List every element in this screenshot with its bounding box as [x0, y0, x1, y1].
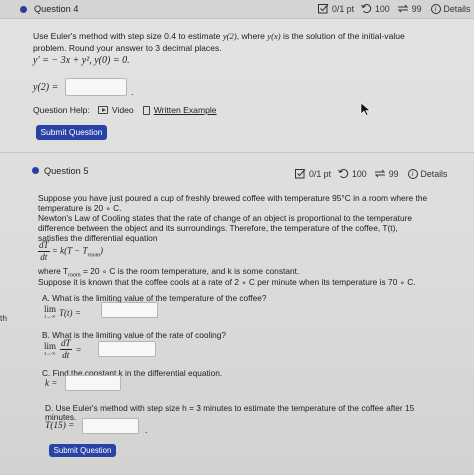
part-b-numerator: dT [60, 338, 72, 350]
part-d-trailing-dot: . [145, 425, 148, 435]
question-4-bullet-icon [20, 6, 27, 13]
part-a-lim-text: lim [44, 304, 57, 314]
mouse-cursor-icon [360, 102, 371, 116]
part-b-denominator: dt [62, 350, 70, 360]
part-d-expression: T(15) = [45, 421, 75, 431]
differential-equation: dT dt = k(T − Troom) [38, 241, 103, 262]
question-help: Question Help: Video Written Example [33, 105, 217, 115]
question-4-meta: 0/1 pt 100 99 i Details [318, 3, 470, 14]
where-rest: = 20 ∘ C is the room temperature, and k … [80, 266, 300, 276]
part-a-expr: T(t) = [59, 307, 81, 318]
part-b-lim-text: lim [44, 340, 57, 351]
attempts-icon [397, 4, 408, 13]
de-rhs: = k(T − T [51, 245, 88, 256]
question-5-details-link[interactable]: Details [421, 169, 448, 179]
part-b-answer-input[interactable] [98, 341, 156, 357]
part-d-answer-input[interactable] [82, 418, 139, 434]
part-a-lim-sub: t→∞ [44, 314, 56, 320]
question-4-intro: Use Euler's method with step size 0.4 to… [33, 31, 405, 41]
de-close: ) [99, 245, 103, 256]
statement-line-1: Suppose you have just poured a cup of fr… [38, 193, 428, 203]
attempts-icon [374, 169, 385, 178]
video-link[interactable]: Video [112, 105, 134, 115]
score-check-icon [295, 169, 306, 179]
score-check-icon [318, 4, 329, 14]
intro-fn: y(2) [222, 31, 237, 41]
question-4-title: Question 4 [34, 4, 79, 14]
help-label: Question Help: [33, 105, 90, 115]
document-icon[interactable] [142, 105, 150, 115]
de-denominator: dt [40, 252, 48, 262]
part-a-lim: lim t→∞ [44, 305, 56, 321]
question-4-header: Question 4 0/1 pt 100 99 i Details [0, 0, 474, 19]
part-a-answer-input[interactable] [101, 302, 158, 318]
intro-mid: , where [236, 31, 265, 41]
answer-trailing-dot: . [131, 87, 134, 97]
question-5-attempts: 99 [388, 168, 399, 179]
question-4-attempts: 99 [411, 3, 422, 14]
statement-line-4: difference between the object and its su… [38, 223, 398, 233]
part-b-equals: = [75, 344, 82, 355]
de-fraction: dT dt [38, 241, 50, 262]
question-5-retries: 100 [352, 168, 367, 179]
part-c-answer-input[interactable] [65, 375, 121, 391]
video-icon[interactable] [97, 106, 108, 114]
question-4-intro-line2: problem. Round your answer to 3 decimal … [33, 43, 222, 53]
details-info-icon[interactable]: i [430, 3, 441, 14]
question-4-ode: y′ = − 3x + y², y(0) = 0. [33, 55, 130, 66]
question-5-submit-button[interactable]: Submit Question [49, 444, 116, 457]
part-b-lim: lim t→∞ [44, 340, 57, 358]
where-text: where T [38, 266, 69, 276]
intro-text: Use Euler's method with step size 0.4 to… [33, 31, 221, 41]
retry-icon [361, 4, 372, 14]
details-info-icon[interactable]: i [407, 168, 418, 179]
part-b-expression: lim t→∞ dT dt = [44, 339, 82, 360]
question-divider [0, 152, 474, 153]
question-5-title: Question 5 [44, 166, 89, 176]
question-5-meta: 0/1 pt 100 99 i Details [295, 168, 447, 179]
question-5-bullet-icon [32, 167, 39, 174]
de-numerator: dT [38, 240, 50, 252]
intro-end: is the solution of the initial-value [283, 31, 405, 41]
part-b-lim-sub: t→∞ [44, 350, 56, 357]
part-a-expression: lim t→∞ T(t) = [44, 305, 81, 321]
question-4-details-link[interactable]: Details [444, 4, 471, 14]
question-4-retries: 100 [375, 3, 390, 14]
part-c-expression: k = [45, 378, 58, 388]
retry-icon [338, 169, 349, 179]
question-4-score: 0/1 pt [332, 3, 355, 14]
question-4-submit-button[interactable]: Submit Question [36, 125, 107, 140]
suppose-line: Suppose it is known that the coffee cool… [38, 277, 416, 287]
de-subscript: room [87, 252, 100, 259]
written-example-link[interactable]: Written Example [154, 105, 217, 115]
part-b-fraction: dT dt [60, 339, 72, 360]
answer-label-y2: y(2) = [33, 82, 59, 93]
statement-line-2: temperature is 20 ∘ C. [38, 203, 122, 213]
part-d-label-line-1: D. Use Euler's method with step size h =… [45, 403, 415, 413]
answer-input-y2[interactable] [65, 78, 127, 96]
side-text-fragment: th [0, 313, 7, 323]
intro-yx: y(x) [267, 31, 281, 41]
question-5-statement: Suppose you have just poured a cup of fr… [38, 193, 427, 243]
statement-line-3: Newton's Law of Cooling states that the … [38, 213, 413, 223]
question-5-score: 0/1 pt [309, 168, 332, 179]
